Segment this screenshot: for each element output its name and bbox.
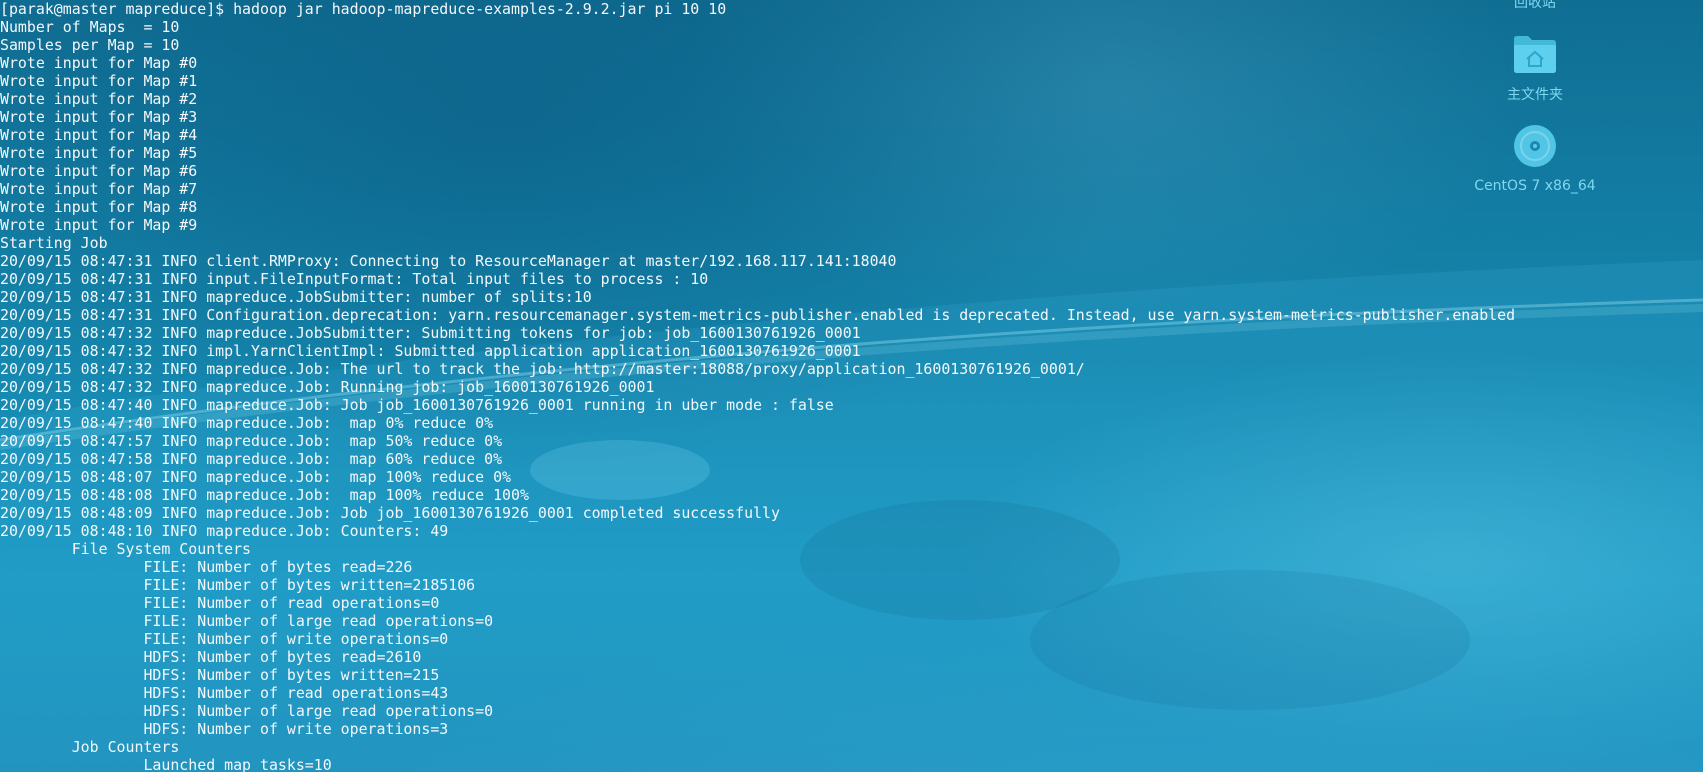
terminal-line: HDFS: Number of write operations=3 <box>0 720 449 738</box>
terminal-line: FILE: Number of read operations=0 <box>0 594 440 612</box>
desktop-icon-trash[interactable]: 回收站 <box>1465 0 1605 8</box>
terminal-line: 20/09/15 08:48:08 INFO mapreduce.Job: ma… <box>0 486 529 504</box>
terminal-line: Samples per Map = 10 <box>0 36 180 54</box>
cd-label: CentOS 7 x86_64 <box>1474 178 1596 194</box>
terminal-line: 20/09/15 08:47:57 INFO mapreduce.Job: ma… <box>0 432 503 450</box>
terminal-line: Job Counters <box>0 738 180 756</box>
terminal-line: 20/09/15 08:47:40 INFO mapreduce.Job: ma… <box>0 414 494 432</box>
terminal-line: 20/09/15 08:47:40 INFO mapreduce.Job: Jo… <box>0 396 834 414</box>
terminal-line: 20/09/15 08:47:32 INFO impl.YarnClientIm… <box>0 342 861 360</box>
terminal-line: 20/09/15 08:47:58 INFO mapreduce.Job: ma… <box>0 450 503 468</box>
terminal-line: Wrote input for Map #5 <box>0 144 198 162</box>
terminal-line: Wrote input for Map #0 <box>0 54 198 72</box>
terminal-line: 20/09/15 08:47:31 INFO Configuration.dep… <box>0 306 1516 324</box>
terminal-line: Wrote input for Map #4 <box>0 126 198 144</box>
terminal-line: 20/09/15 08:47:31 INFO client.RMProxy: C… <box>0 252 897 270</box>
optical-disc-icon <box>1513 124 1557 168</box>
terminal-line: HDFS: Number of read operations=43 <box>0 684 449 702</box>
terminal-line: FILE: Number of write operations=0 <box>0 630 449 648</box>
terminal-line: Wrote input for Map #7 <box>0 180 198 198</box>
terminal-line: Wrote input for Map #2 <box>0 90 198 108</box>
terminal-line: Number of Maps = 10 <box>0 18 180 36</box>
home-folder-icon <box>1513 32 1557 74</box>
terminal-line: FILE: Number of large read operations=0 <box>0 612 494 630</box>
terminal-line: FILE: Number of bytes read=226 <box>0 558 413 576</box>
terminal-line: 20/09/15 08:47:32 INFO mapreduce.JobSubm… <box>0 324 861 342</box>
desktop-icon-home-folder[interactable]: 主文件夹 <box>1465 32 1605 104</box>
home-folder-label: 主文件夹 <box>1507 87 1563 103</box>
terminal-line: Wrote input for Map #6 <box>0 162 198 180</box>
terminal-line: Wrote input for Map #1 <box>0 72 198 90</box>
terminal-line: HDFS: Number of large read operations=0 <box>0 702 494 720</box>
terminal-line: FILE: Number of bytes written=2185106 <box>0 576 476 594</box>
terminal-line: 20/09/15 08:47:31 INFO input.FileInputFo… <box>0 270 709 288</box>
terminal-line: Wrote input for Map #3 <box>0 108 198 126</box>
terminal-line: Starting Job <box>0 234 108 252</box>
terminal-line: [parak@master mapreduce]$ hadoop jar had… <box>0 0 727 18</box>
desktop-icon-cd[interactable]: CentOS 7 x86_64 <box>1465 124 1605 194</box>
terminal-line: HDFS: Number of bytes written=215 <box>0 666 440 684</box>
terminal-line: Launched map tasks=10 <box>0 756 332 772</box>
terminal-line: 20/09/15 08:47:32 INFO mapreduce.Job: Ru… <box>0 378 655 396</box>
terminal-line: 20/09/15 08:48:10 INFO mapreduce.Job: Co… <box>0 522 449 540</box>
terminal-line: Wrote input for Map #9 <box>0 216 198 234</box>
terminal-line: 20/09/15 08:48:09 INFO mapreduce.Job: Jo… <box>0 504 780 522</box>
terminal-line: Wrote input for Map #8 <box>0 198 198 216</box>
terminal-line: 20/09/15 08:47:31 INFO mapreduce.JobSubm… <box>0 288 592 306</box>
terminal-line: HDFS: Number of bytes read=2610 <box>0 648 422 666</box>
terminal-line: File System Counters <box>0 540 252 558</box>
trash-label: 回收站 <box>1514 0 1556 8</box>
terminal-line: 20/09/15 08:48:07 INFO mapreduce.Job: ma… <box>0 468 512 486</box>
terminal-line: 20/09/15 08:47:32 INFO mapreduce.Job: Th… <box>0 360 1085 378</box>
terminal-output[interactable]: [parak@master mapreduce]$ hadoop jar had… <box>0 0 1560 772</box>
